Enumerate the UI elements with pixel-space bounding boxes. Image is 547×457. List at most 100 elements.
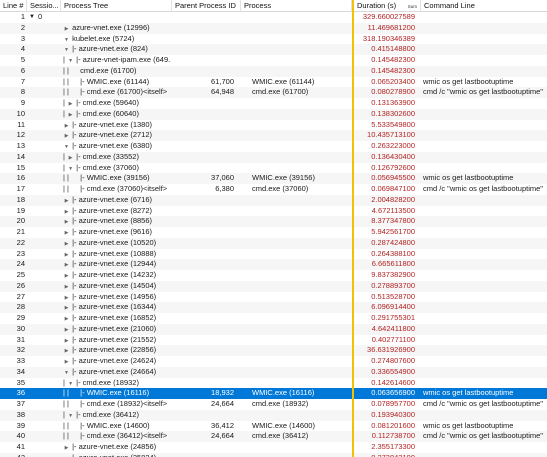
session-expander-icon[interactable] xyxy=(28,356,36,367)
table-row[interactable]: 19 ▶ |- azure-vnet.exe (8272) 4.672113500 xyxy=(0,206,547,217)
session-expander-icon[interactable] xyxy=(28,378,36,389)
header-line-number[interactable]: Line # xyxy=(0,0,27,12)
session-expander-icon[interactable] xyxy=(28,324,36,335)
table-row[interactable]: 16 | | |- WMIC.exe (39156) 37,060 WMIC.exe … xyxy=(0,173,547,184)
session-expander-icon[interactable] xyxy=(28,130,36,141)
table-row[interactable]: 31 ▶ |- azure-vnet.exe (21552) 0.40277110… xyxy=(0,335,547,346)
collapse-chevron-icon[interactable]: ▼ xyxy=(63,142,70,152)
table-row[interactable]: 41 ▶ |- azure-vnet.exe (24856) 2.35517330… xyxy=(0,442,547,453)
table-row[interactable]: 37 | | |- cmd.exe (18932)<itself> 24,664 cm… xyxy=(0,399,547,410)
table-row[interactable]: 7 | | |- WMIC.exe (61144) 61,700 WMIC.exe (… xyxy=(0,77,547,88)
expand-chevron-icon[interactable]: ▶ xyxy=(63,207,70,217)
session-expander-icon[interactable] xyxy=(28,66,36,77)
session-expander-icon[interactable] xyxy=(28,292,36,303)
table-row[interactable]: 2 ▶ azure-vnet.exe (12996) 11.469681200 xyxy=(0,22,547,34)
header-session[interactable]: Sessio... xyxy=(27,0,61,12)
session-expander-icon[interactable] xyxy=(28,163,36,174)
session-expander-icon[interactable] xyxy=(28,98,36,109)
session-expander-icon[interactable] xyxy=(28,335,36,346)
session-expander-icon[interactable] xyxy=(28,87,36,98)
expand-chevron-icon[interactable]: ▶ xyxy=(63,357,70,367)
expand-chevron-icon[interactable]: ▶ xyxy=(63,24,70,34)
collapse-chevron-icon[interactable]: ▼ xyxy=(67,379,74,389)
collapse-chevron-icon[interactable]: ▼ xyxy=(67,164,74,174)
session-expander-icon[interactable] xyxy=(28,367,36,378)
session-expander-icon[interactable] xyxy=(28,141,36,152)
header-duration[interactable]: Duration (s) Sum xyxy=(354,0,421,12)
table-row[interactable]: 26 ▶ |- azure-vnet.exe (14504) 0.27889370… xyxy=(0,280,547,292)
session-expander-icon[interactable] xyxy=(28,281,36,292)
collapse-chevron-icon[interactable]: ▼ xyxy=(67,411,74,421)
table-row[interactable]: 29 ▶ |- azure-vnet.exe (16852) 0.29175530… xyxy=(0,313,547,324)
session-expander-icon[interactable] xyxy=(28,120,36,131)
table-row[interactable]: 18 ▶ |- azure-vnet.exe (6716) 2.004828200 xyxy=(0,194,547,206)
session-expander-icon[interactable] xyxy=(28,388,36,399)
table-row[interactable]: 34 ▼ |- azure-vnet.exe (24664) 0.33655490… xyxy=(0,366,547,378)
expand-chevron-icon[interactable]: ▶ xyxy=(63,217,70,227)
expand-chevron-icon[interactable]: ▶ xyxy=(63,314,70,324)
table-row[interactable]: 11 ▶ |- azure-vnet.exe (1380) 5.533549800 xyxy=(0,120,547,131)
expand-chevron-icon[interactable]: ▶ xyxy=(63,443,70,453)
session-expander-icon[interactable] xyxy=(28,270,36,281)
expand-chevron-icon[interactable]: ▶ xyxy=(67,153,74,163)
session-expander-icon[interactable] xyxy=(28,206,36,217)
session-expander-icon[interactable] xyxy=(28,23,36,34)
table-row[interactable]: 40 | | |- cmd.exe (36412)<itself> 24,664 cm… xyxy=(0,431,547,442)
table-row[interactable]: 33 ▶ |- azure-vnet.exe (24624) 0.27480760… xyxy=(0,356,547,367)
session-expander-icon[interactable] xyxy=(28,227,36,238)
table-row[interactable]: 10 | ▶ |- cmd.exe (60640) 0.138302600 xyxy=(0,108,547,120)
session-expander-icon[interactable] xyxy=(28,249,36,260)
session-expander-icon[interactable] xyxy=(28,55,36,66)
expand-chevron-icon[interactable]: ▶ xyxy=(63,346,70,356)
session-expander-icon[interactable] xyxy=(28,421,36,432)
session-expander-icon[interactable] xyxy=(28,259,36,270)
session-expander-icon[interactable] xyxy=(28,313,36,324)
table-row[interactable]: 22 ▶ |- azure-vnet.exe (10520) 0.28742480… xyxy=(0,237,547,249)
session-expander-icon[interactable] xyxy=(28,431,36,442)
session-expander-icon[interactable] xyxy=(28,410,36,421)
table-row[interactable]: 28 ▶ |- azure-vnet.exe (16344) 6.09691440… xyxy=(0,302,547,313)
table-row[interactable]: 32 ▶ |- azure-vnet.exe (22856) 36.6319269… xyxy=(0,345,547,356)
table-row[interactable]: 23 ▶ |- azure-vnet.exe (10888) 0.26438810… xyxy=(0,249,547,260)
table-row[interactable]: 38 | ▼ |- cmd.exe (36412) 0.193940300 xyxy=(0,409,547,421)
session-expander-icon[interactable] xyxy=(28,77,36,88)
session-expander-icon[interactable] xyxy=(28,238,36,249)
table-row[interactable]: 8 | | |- cmd.exe (61700)<itself> 64,948 cmd… xyxy=(0,87,547,98)
expand-chevron-icon[interactable]: ▶ xyxy=(63,228,70,238)
table-row[interactable]: 17 | | |- cmd.exe (37060)<itself> 6,380 cmd… xyxy=(0,184,547,195)
header-command-line[interactable]: Command Line xyxy=(421,0,547,12)
expand-chevron-icon[interactable]: ▶ xyxy=(63,271,70,281)
expand-chevron-icon[interactable]: ▶ xyxy=(67,99,74,109)
expand-chevron-icon[interactable]: ▶ xyxy=(63,196,70,206)
header-process[interactable]: Process xyxy=(241,0,352,12)
expand-chevron-icon[interactable]: ▶ xyxy=(63,303,70,313)
table-row[interactable]: 15 | ▼ |- cmd.exe (37060) 0.126792600 xyxy=(0,163,547,174)
expand-chevron-icon[interactable]: ▶ xyxy=(63,131,70,141)
expand-chevron-icon[interactable]: ▶ xyxy=(63,239,70,249)
table-row[interactable]: 4 ▼ |- azure-vnet.exe (824) 0.415148800 xyxy=(0,44,547,55)
session-expander-icon[interactable] xyxy=(28,195,36,206)
session-expander-icon[interactable] xyxy=(28,216,36,227)
table-row[interactable]: 9 | ▶ |- cmd.exe (59640) 0.131363900 xyxy=(0,98,547,109)
table-row[interactable]: 39 | | |- WMIC.exe (14600) 36,412 WMIC.exe … xyxy=(0,421,547,432)
session-expander-icon[interactable] xyxy=(28,173,36,184)
expand-chevron-icon[interactable]: ▶ xyxy=(63,121,70,131)
session-expander-icon[interactable] xyxy=(28,399,36,410)
expand-chevron-icon[interactable]: ▶ xyxy=(63,336,70,346)
expand-chevron-icon[interactable]: ▶ xyxy=(63,260,70,270)
header-parent-process-id[interactable]: Parent Process ID xyxy=(172,0,241,12)
expand-chevron-icon[interactable]: ▶ xyxy=(63,282,70,292)
session-expander-icon[interactable] xyxy=(28,302,36,313)
session-expander-icon[interactable] xyxy=(28,184,36,195)
collapse-chevron-icon[interactable]: ▼ xyxy=(63,368,70,378)
table-row[interactable]: 6 | | cmd.exe (61700) 0.145482300 xyxy=(0,65,547,77)
header-process-tree[interactable]: Process Tree xyxy=(61,0,172,12)
session-expander-icon[interactable] xyxy=(28,453,36,457)
session-expander-icon[interactable] xyxy=(28,34,36,45)
table-row[interactable]: 36 | | |- WMIC.exe (16116) 18,932 WMIC.exe … xyxy=(0,388,547,399)
collapse-chevron-icon[interactable]: ▼ xyxy=(67,56,74,66)
table-row[interactable]: 30 ▶ |- azure-vnet.exe (21060) 4.64241180… xyxy=(0,323,547,335)
table-row[interactable]: 5 | ▼ |- azure-vnet-ipam.exe (649... 0.145… xyxy=(0,55,547,66)
table-row[interactable]: 12 ▶ |- azure-vnet.exe (2712) 10.43571310… xyxy=(0,130,547,141)
table-row[interactable]: 3 ▼ kubelet.exe (5724) 318.190346389 xyxy=(0,34,547,45)
